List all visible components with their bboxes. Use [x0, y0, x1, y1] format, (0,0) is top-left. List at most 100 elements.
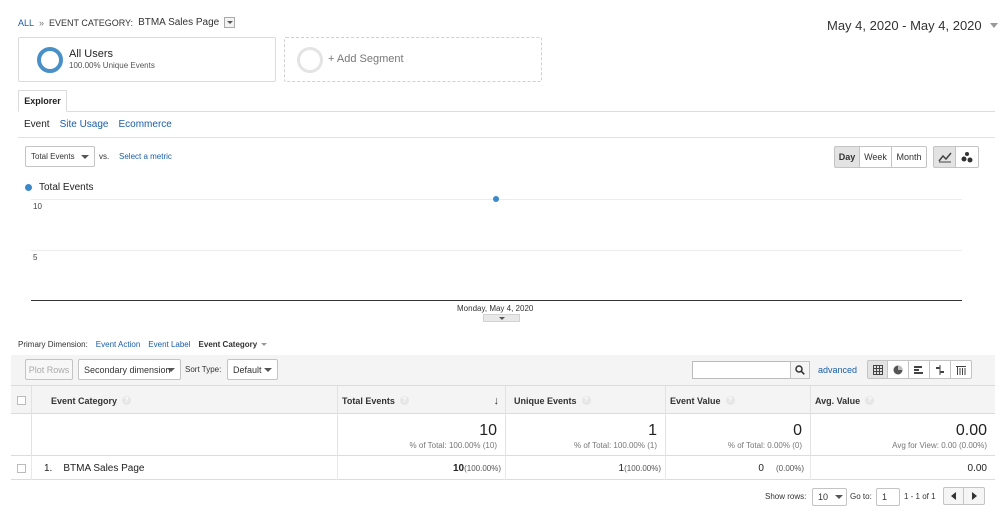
- row-avg-value: 0.00: [967, 462, 987, 474]
- dimension-event-action[interactable]: Event Action: [96, 340, 140, 349]
- table-header: Event Category? Total Events? ↓ Unique E…: [11, 385, 995, 415]
- totals-value: 1: [648, 422, 657, 439]
- table-totals-row: 10 % of Total: 100.00% (10) 1 % of Total…: [11, 414, 995, 456]
- pagination-buttons: [943, 487, 985, 505]
- sort-arrow-down-icon: ↓: [493, 394, 500, 407]
- motion-chart-button[interactable]: [956, 146, 979, 168]
- chart-collapse-toggle[interactable]: [483, 314, 520, 322]
- show-rows-select[interactable]: 10: [812, 488, 847, 506]
- search-icon: [795, 365, 805, 375]
- granularity-day-button[interactable]: Day: [834, 146, 860, 168]
- col-header-event-value[interactable]: Event Value?: [666, 386, 811, 415]
- help-icon[interactable]: ?: [581, 396, 591, 405]
- plot-rows-button[interactable]: Plot Rows: [25, 359, 73, 380]
- y-tick-label: 10: [33, 202, 42, 211]
- dimension-event-category[interactable]: Event Category: [199, 340, 268, 349]
- table-row[interactable]: 1. BTMA Sales Page 10 (100.00%) 1 (100.00%…: [11, 456, 995, 480]
- chevron-down-icon: [167, 367, 175, 372]
- chevron-down-icon: [261, 343, 268, 346]
- col-header-label: Unique Events: [514, 395, 577, 406]
- totals-value: 0.00: [955, 422, 987, 439]
- select-all-checkbox[interactable]: [17, 396, 26, 405]
- pie-chart-icon: [893, 365, 903, 374]
- segment-subtitle: 100.00% Unique Events: [69, 61, 155, 70]
- subtab-site-usage[interactable]: Site Usage: [60, 119, 109, 130]
- view-toggle-group: [867, 360, 972, 379]
- sort-type-select[interactable]: Default: [227, 359, 278, 380]
- prev-page-button[interactable]: [943, 487, 964, 505]
- table-view-button[interactable]: [867, 360, 888, 379]
- chart-type-group: [933, 146, 979, 168]
- totals-sub: % of Total: 100.00% (1): [573, 441, 657, 450]
- chevron-right-icon: [971, 492, 977, 500]
- select-metric-link[interactable]: Select a metric: [119, 152, 172, 161]
- performance-view-button[interactable]: [909, 360, 930, 379]
- chart-legend: Total Events: [25, 182, 93, 193]
- chart-data-point[interactable]: [493, 196, 499, 202]
- help-icon[interactable]: ?: [399, 396, 409, 405]
- totals-sub: % of Total: 0.00% (0): [727, 441, 802, 450]
- chart-baseline: [31, 300, 962, 301]
- line-chart-button[interactable]: [933, 146, 956, 168]
- granularity-month-button[interactable]: Month: [892, 146, 927, 168]
- secondary-dimension-select[interactable]: Secondary dimension: [78, 359, 181, 380]
- goto-label: Go to:: [850, 492, 872, 501]
- tab-explorer[interactable]: Explorer: [18, 90, 67, 112]
- row-total-events-cell: 10 (100.00%): [338, 456, 506, 480]
- breadcrumb: ALL » EVENT CATEGORY: BTMA Sales Page: [18, 17, 236, 28]
- goto-input[interactable]: 1: [876, 488, 900, 506]
- breadcrumb-dropdown-button[interactable]: [224, 17, 236, 28]
- bar-chart-icon: [914, 365, 923, 374]
- col-header-total-events[interactable]: Total Events? ↓: [338, 386, 506, 415]
- row-category-link[interactable]: BTMA Sales Page: [63, 463, 144, 474]
- date-range-picker[interactable]: May 4, 2020 - May 4, 2020: [827, 18, 998, 33]
- subtab-divider: [18, 137, 995, 138]
- comparison-icon: [936, 364, 944, 375]
- pie-view-button[interactable]: [888, 360, 909, 379]
- row-checkbox[interactable]: [17, 463, 26, 473]
- totals-sub: Avg for View: 0.00 (0.00%): [892, 441, 987, 450]
- granularity-group: Day Week Month: [834, 146, 927, 168]
- secondary-dimension-label: Secondary dimension: [84, 364, 171, 375]
- subtab-ecommerce[interactable]: Ecommerce: [119, 119, 172, 130]
- add-segment-label: + Add Segment: [328, 53, 404, 65]
- col-header-label: Event Value: [670, 395, 721, 406]
- subtab-event[interactable]: Event: [24, 119, 50, 130]
- segment-all-users[interactable]: All Users 100.00% Unique Events: [18, 37, 276, 82]
- breadcrumb-all-link[interactable]: ALL: [18, 18, 34, 28]
- totals-sub: % of Total: 100.00% (10): [409, 441, 497, 450]
- dimension-event-label[interactable]: Event Label: [148, 340, 190, 349]
- col-header-label: Total Events: [342, 395, 395, 406]
- subtabs: Event Site Usage Ecommerce: [24, 119, 172, 130]
- add-segment-button[interactable]: + Add Segment: [284, 37, 542, 82]
- y-tick-label: 5: [33, 253, 38, 262]
- goto-value: 1: [882, 492, 888, 502]
- comparison-view-button[interactable]: [930, 360, 951, 379]
- add-segment-circle-icon: [297, 47, 323, 73]
- select-all-cell: [11, 386, 32, 415]
- pivot-icon: [956, 365, 966, 375]
- segment-circle-icon: [37, 47, 63, 73]
- search-button[interactable]: [790, 361, 810, 379]
- metric-select-label: Total Events: [31, 152, 75, 161]
- row-category-cell: 1. BTMA Sales Page: [32, 456, 338, 480]
- metric-select[interactable]: Total Events: [25, 146, 95, 167]
- granularity-week-button[interactable]: Week: [860, 146, 892, 168]
- advanced-link[interactable]: advanced: [818, 365, 857, 375]
- col-header-event-category[interactable]: Event Category?: [32, 386, 338, 415]
- col-header-unique-events[interactable]: Unique Events?: [506, 386, 666, 415]
- totals-value: 0: [793, 422, 802, 439]
- col-header-avg-value[interactable]: Avg. Value?: [811, 386, 995, 415]
- pivot-view-button[interactable]: [951, 360, 972, 379]
- chevron-down-icon: [835, 495, 843, 499]
- chevron-down-icon: [264, 367, 272, 372]
- help-icon[interactable]: ?: [725, 396, 735, 405]
- row-checkbox-cell: [11, 456, 32, 480]
- next-page-button[interactable]: [964, 487, 985, 505]
- row-avg-value-cell: 0.00: [811, 456, 995, 480]
- table-search-input[interactable]: [692, 361, 791, 379]
- help-icon[interactable]: ?: [865, 396, 875, 405]
- show-rows-value: 10: [818, 492, 829, 502]
- totals-avg-value: 0.00 Avg for View: 0.00 (0.00%): [811, 414, 995, 456]
- help-icon[interactable]: ?: [122, 396, 132, 405]
